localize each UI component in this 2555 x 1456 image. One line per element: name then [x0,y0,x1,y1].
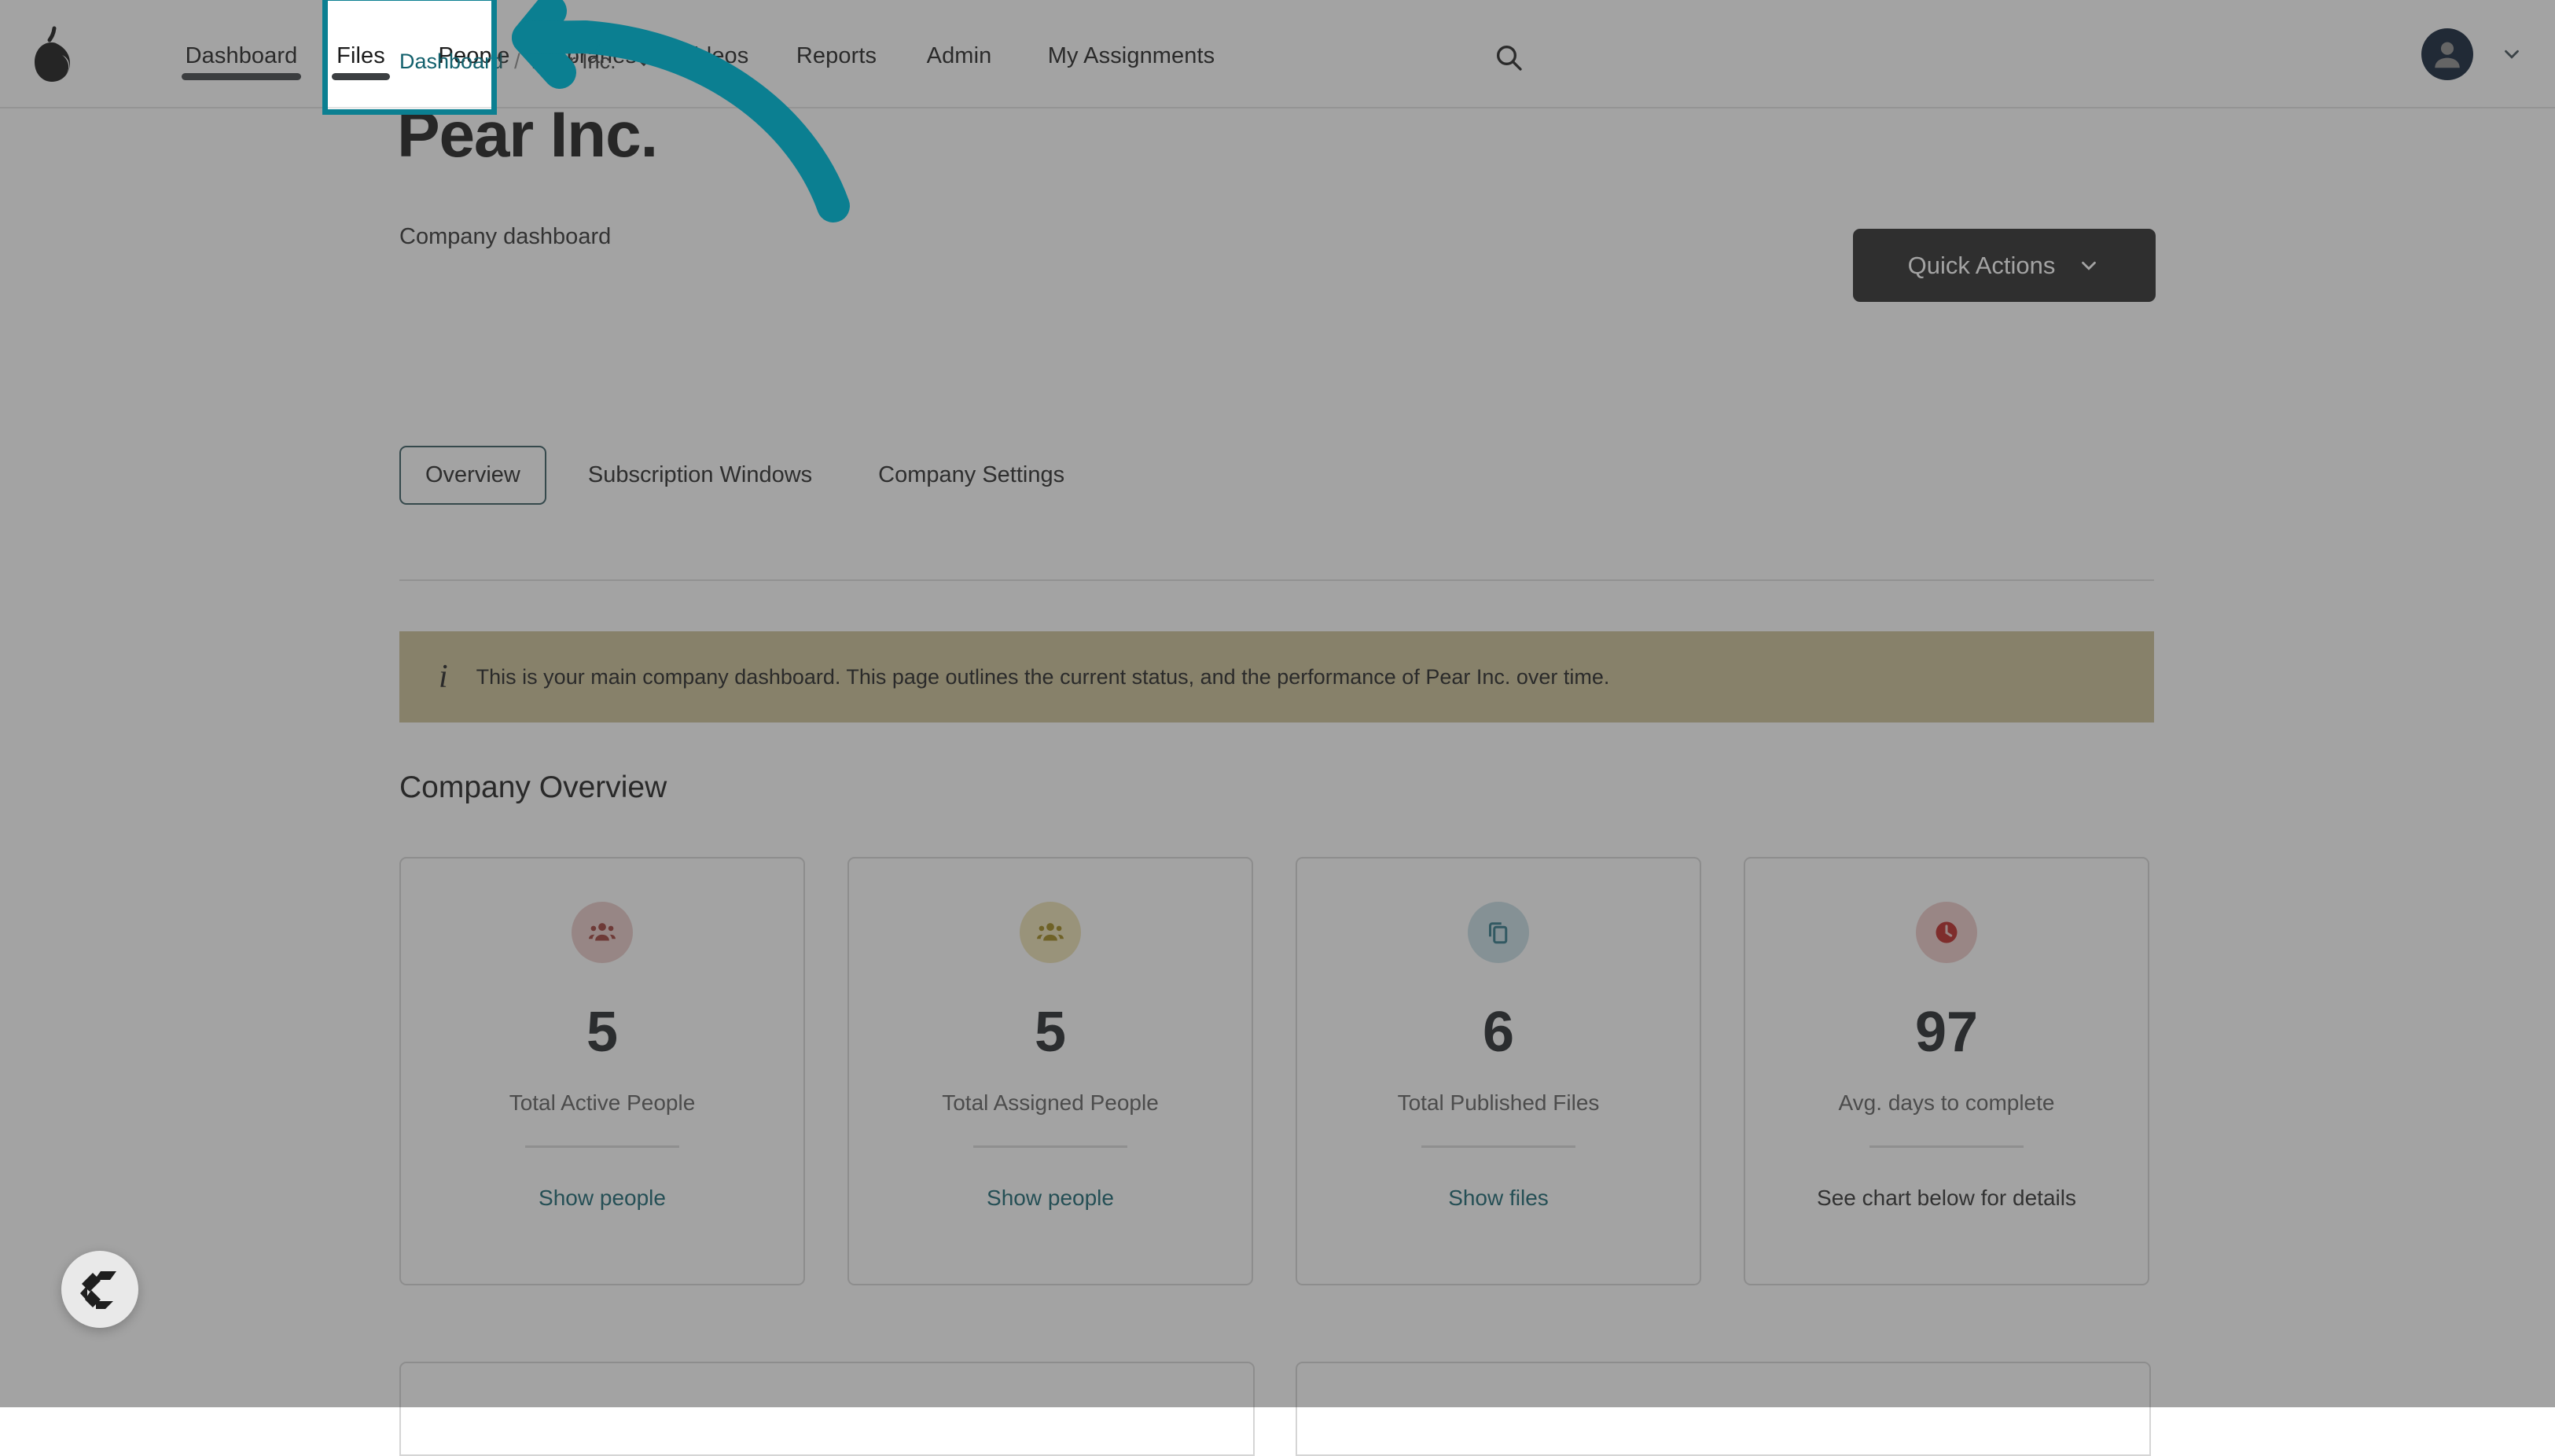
pear-logo-icon[interactable] [28,25,84,85]
stat-label: Total Published Files [1398,1090,1600,1116]
stat-label: Avg. days to complete [1839,1090,2055,1116]
breadcrumb-current: Pear Inc. [531,50,616,74]
card-rule [525,1145,679,1148]
clock-icon [1916,902,1977,963]
section-title-company-overview: Company Overview [399,770,667,805]
lower-widgets-row [399,1362,2151,1456]
info-icon: i [439,658,448,696]
account-menu[interactable] [2421,28,2524,80]
chevron-down-icon[interactable] [2500,42,2524,66]
stat-value: 6 [1483,1004,1514,1061]
nav-item-reports[interactable]: Reports [772,0,901,108]
lower-widget-left[interactable] [399,1362,1255,1456]
stat-label: Total Active People [509,1090,696,1116]
stat-label: Total Assigned People [942,1090,1159,1116]
nav-item-my-assignments[interactable]: My Assignments [1017,0,1245,108]
overview-cards: 5 Total Active People Show people 5 Tota… [399,857,2149,1285]
tab-subscription-windows-label: Subscription Windows [588,462,812,487]
breadcrumb-separator: / [514,50,520,74]
nav-label-dashboard: Dashboard [186,40,298,69]
stat-card-action-link[interactable]: Show people [987,1186,1114,1211]
nav-item-dashboard[interactable]: Dashboard [179,0,303,108]
stat-card-avg-days-to-complete[interactable]: 97 Avg. days to complete See chart below… [1744,857,2149,1285]
section-divider [399,579,2154,581]
stat-value: 5 [586,1004,618,1061]
chevron-down-icon[interactable] [634,52,654,72]
tab-subscription-windows[interactable]: Subscription Windows [564,447,836,503]
info-banner-text: This is your main company dashboard. Thi… [476,665,1610,689]
nav-item-videos[interactable]: Videos [656,0,772,108]
info-banner: i This is your main company dashboard. T… [399,631,2154,722]
card-rule [1421,1145,1575,1148]
stat-card-total-assigned-people[interactable]: 5 Total Assigned People Show people [847,857,1253,1285]
copy-files-icon [1468,902,1529,963]
quick-actions-label: Quick Actions [1908,252,2056,280]
people-group-icon [1020,902,1081,963]
stat-card-total-published-files[interactable]: 6 Total Published Files Show files [1296,857,1701,1285]
nav-label-admin: Admin [927,40,992,69]
nav-label-my-assignments: My Assignments [1048,40,1215,69]
stat-value: 97 [1915,1004,1978,1061]
nav-label-videos: Videos [679,40,749,69]
quick-actions-button[interactable]: Quick Actions [1853,229,2156,302]
stat-value: 5 [1035,1004,1066,1061]
chevron-down-icon [2077,254,2101,278]
tab-bar: Overview Subscription Windows Company Se… [399,446,1089,505]
stat-card-action-link[interactable]: Show people [539,1186,666,1211]
lower-widget-right[interactable] [1296,1362,2151,1456]
search-icon[interactable] [1487,36,1530,79]
tab-company-settings[interactable]: Company Settings [854,447,1089,503]
people-group-icon [572,902,633,963]
stat-card-action-note: See chart below for details [1817,1186,2076,1211]
stat-card-action-link[interactable]: Show files [1448,1186,1549,1211]
page-subtitle: Company dashboard [399,224,611,250]
tab-overview-label: Overview [425,462,520,487]
user-avatar-icon[interactable] [2421,28,2473,80]
tab-overview[interactable]: Overview [399,446,546,505]
app-page: Dashboard Files People Libraries Videos … [0,0,2555,1407]
spotlight-highlight-files-tab [322,0,497,115]
chameleon-c-logo-icon[interactable] [61,1251,138,1328]
nav-label-reports: Reports [796,40,877,69]
card-rule [973,1145,1127,1148]
nav-item-admin[interactable]: Admin [901,0,1017,108]
tab-company-settings-label: Company Settings [878,462,1064,487]
card-rule [1869,1145,2024,1148]
stat-card-total-active-people[interactable]: 5 Total Active People Show people [399,857,805,1285]
